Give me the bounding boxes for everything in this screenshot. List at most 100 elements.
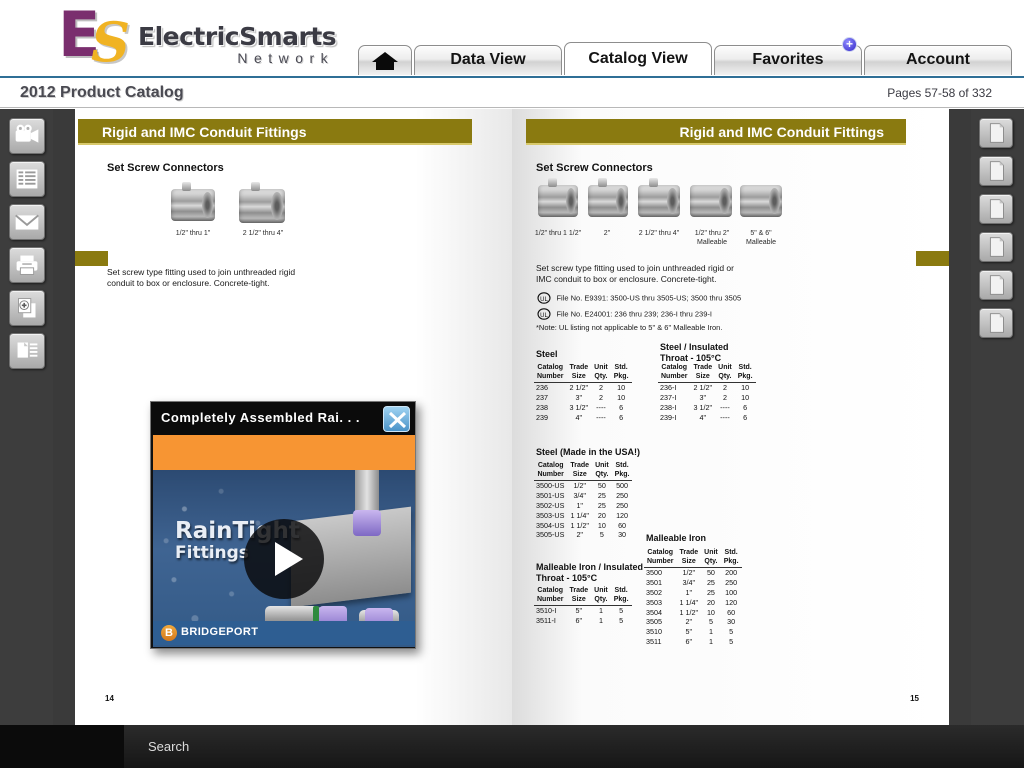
th: Unit: [718, 364, 732, 371]
td: 10: [617, 383, 626, 393]
table-row: 236 2 1/2" 2 10: [534, 383, 632, 393]
td: 5: [619, 606, 624, 616]
add-page-icon: [18, 298, 36, 318]
th: Std.: [614, 587, 628, 594]
right-toolbar: [971, 109, 1024, 725]
td: 2: [598, 383, 603, 393]
table-malleable-insulated-title: Malleable Iron / Insulated Throat - 105°…: [536, 562, 643, 584]
tab-data-view[interactable]: Data View: [414, 45, 562, 75]
tab-catalog-view[interactable]: Catalog View: [564, 42, 712, 75]
video-brand-footer: B BRIDGEPORT: [153, 621, 415, 645]
video-ad-banner[interactable]: [153, 435, 415, 470]
play-button-icon[interactable]: [244, 518, 324, 599]
left-description-line-1: Set screw type fitting used to join unth…: [107, 267, 296, 277]
td: 5: [599, 530, 604, 540]
ul-listing-2-text: File No. E24001: 236 thru 239; 236-I thr…: [556, 309, 712, 319]
th: Size: [676, 557, 702, 568]
td: 3505: [646, 617, 662, 627]
svg-text:UL: UL: [540, 297, 548, 303]
td: 237: [536, 393, 548, 403]
tab-home[interactable]: [358, 45, 412, 75]
table-steel-usa: Catalog Trade Unit Std. Number Size Qty.…: [534, 462, 633, 540]
td: 3511-I: [536, 616, 556, 626]
td: 3504: [646, 607, 662, 617]
list-button[interactable]: [9, 161, 45, 197]
right-product-image-5: [740, 185, 782, 217]
left-toolbar: [0, 109, 53, 725]
page-thumb-3-button[interactable]: [979, 194, 1013, 224]
th: Catalog: [537, 587, 564, 594]
table-steel: Catalog Trade Unit Std. Number Size Qty.…: [534, 364, 632, 422]
td: 2": [685, 617, 693, 627]
tab-account[interactable]: Account: [864, 45, 1012, 75]
td: 1/2": [573, 481, 586, 491]
td: 10: [597, 520, 606, 530]
td: 10: [617, 393, 626, 403]
table-row: 3500 1/2" 50 200: [644, 568, 742, 578]
td: 5: [729, 627, 734, 637]
catalog-page-right[interactable]: Rigid and IMC Conduit Fittings Set Screw…: [512, 109, 949, 725]
page-thumb-2-button[interactable]: [979, 156, 1013, 186]
title-line-2: Throat - 105°C: [536, 573, 598, 583]
th: Catalog: [661, 364, 688, 371]
page-thumb-4-button[interactable]: [979, 232, 1013, 262]
td: 236: [536, 383, 548, 393]
td: 3500-US: [536, 481, 565, 491]
td: 236-I: [660, 383, 677, 393]
right-product-caption-5-line2: Malleable: [746, 239, 776, 246]
favorites-add-badge-icon[interactable]: +: [842, 37, 857, 52]
close-icon[interactable]: [383, 406, 410, 432]
video-popup[interactable]: Completely Assembled Rai. . . RainTight …: [150, 401, 416, 649]
table-malleable-iron-title: Malleable Iron: [646, 533, 707, 543]
table-row: 239 4" ---- 6: [534, 412, 632, 422]
video-button[interactable]: [9, 118, 45, 154]
td: 1/2": [682, 568, 696, 578]
table-row: 3500-US 1/2" 50 500: [534, 481, 632, 491]
td: 2 1/2": [569, 383, 589, 393]
td: ----: [596, 402, 606, 412]
th: Catalog: [537, 364, 564, 371]
td: 25: [597, 500, 606, 510]
brand-logo[interactable]: E S ElectricSmarts Network: [58, 4, 337, 74]
email-button[interactable]: [9, 204, 45, 240]
page-icon: [989, 237, 1004, 257]
td: ----: [596, 412, 606, 422]
td: 3": [699, 393, 707, 403]
table-row: 3510 5" 1 5: [644, 627, 742, 637]
td: 60: [727, 607, 736, 617]
td: 3 1/2": [569, 402, 589, 412]
right-product-caption-4-line1: 1/2" thru 2": [694, 230, 730, 237]
table-row: 3505 2" 5 30: [644, 617, 742, 627]
page-thumb-6-button[interactable]: [979, 308, 1013, 338]
th: Qty.: [715, 372, 735, 383]
td: 250: [616, 491, 629, 501]
logo-letter-s: S: [91, 10, 130, 74]
th: Trade: [569, 364, 589, 371]
td: 1: [598, 606, 603, 616]
bridgeport-brand-name: BRIDGEPORT: [181, 626, 259, 638]
left-page-gold-tab: [75, 251, 108, 266]
document-list-icon: [17, 342, 38, 358]
th: Catalog: [537, 462, 564, 469]
envelope-icon: [15, 214, 39, 230]
th: Pkg.: [610, 595, 632, 606]
tab-favorites[interactable]: Favorites +: [714, 37, 862, 75]
add-page-button[interactable]: [9, 290, 45, 326]
td: 6: [743, 402, 748, 412]
table-steel-insulated-title: Steel / Insulated Throat - 105°C: [660, 342, 729, 364]
td: 10: [741, 383, 750, 393]
print-button[interactable]: [9, 247, 45, 283]
td: 10: [706, 607, 715, 617]
title-line-1: Steel / Insulated: [660, 342, 729, 352]
catalog-viewer: Rigid and IMC Conduit Fittings Set Screw…: [0, 109, 1024, 725]
th: Pkg.: [610, 372, 632, 383]
right-product-caption-4-line2: Malleable: [697, 239, 727, 246]
page-thumb-5-button[interactable]: [979, 270, 1013, 300]
page-thumb-1-button[interactable]: [979, 118, 1013, 148]
page-list-button[interactable]: [9, 333, 45, 369]
td: 20: [706, 597, 715, 607]
page-icon: [989, 199, 1004, 219]
th: Std.: [615, 462, 629, 469]
th: Trade: [570, 462, 590, 469]
td: 25: [597, 491, 606, 501]
